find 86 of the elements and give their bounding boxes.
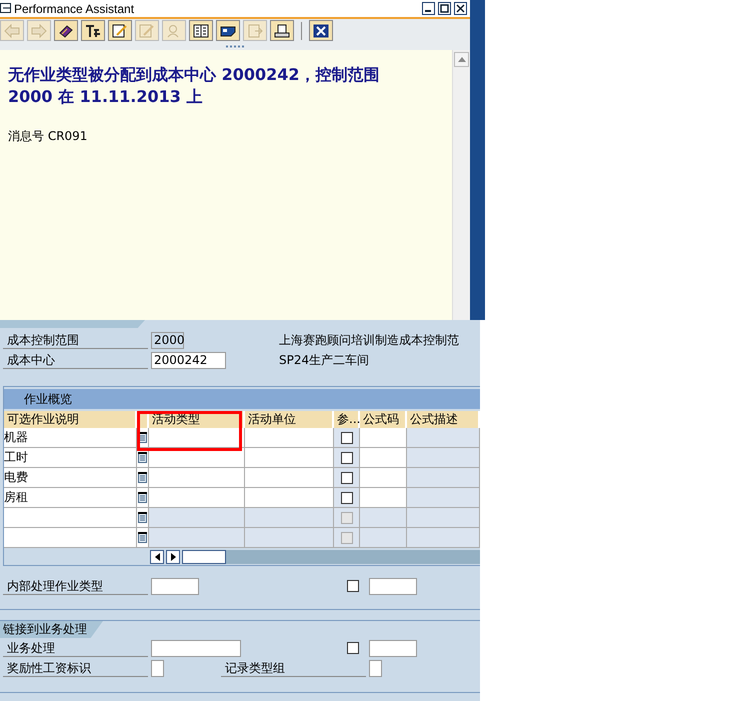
maximize-button[interactable] (438, 2, 451, 15)
message-number: 消息号 CR091 (8, 128, 88, 145)
document-icon (138, 472, 147, 483)
table-cell[interactable] (360, 508, 407, 528)
input-field[interactable] (151, 640, 241, 656)
toolbar-button[interactable] (189, 20, 213, 41)
close-icon (313, 24, 329, 38)
input-field[interactable] (369, 578, 417, 594)
field-description: SP24生产二车间 (279, 352, 370, 368)
minimize-button[interactable] (422, 2, 435, 15)
caret-left-icon (154, 553, 160, 561)
table-cell[interactable] (149, 528, 245, 548)
print-icon (274, 24, 290, 38)
table-cell[interactable] (360, 468, 407, 488)
table-cell[interactable] (245, 448, 334, 468)
back-arrow-icon (4, 24, 20, 38)
window-title: Performance Assistant (14, 2, 136, 16)
field-label: 成本中心 (3, 352, 148, 368)
field-label: 记录类型组 (221, 660, 366, 676)
caret-right-icon (170, 553, 176, 561)
table-cell[interactable] (360, 448, 407, 468)
input-field[interactable] (369, 640, 417, 656)
book-open-icon (193, 24, 209, 38)
toolbar-button[interactable] (81, 20, 105, 41)
scrollbar[interactable] (182, 550, 480, 564)
document-icon (138, 512, 147, 523)
edit-icon (112, 24, 128, 38)
column-header[interactable]: 公式描述 (407, 411, 480, 428)
input-field[interactable] (151, 660, 164, 676)
table-cell[interactable] (360, 428, 407, 448)
input-field[interactable] (369, 660, 382, 676)
toolbar-button[interactable] (309, 20, 333, 41)
table-cell: 房租 (4, 488, 137, 508)
message-heading: 无作业类型被分配到成本中心 2000242，控制范围 2000 在 11.11.2013 上 (8, 64, 380, 108)
column-header[interactable]: 可选作业说明 (4, 411, 137, 428)
field-label: 内部处理作业类型 (3, 578, 148, 594)
checkbox[interactable] (347, 642, 359, 654)
document-icon (138, 492, 147, 503)
table-cell[interactable] (360, 488, 407, 508)
column-header[interactable]: 公式码 (360, 411, 407, 428)
column-header[interactable]: 参... (334, 411, 360, 428)
caret-up-icon (458, 57, 466, 62)
export-icon (247, 24, 263, 38)
splitter-handle[interactable] (225, 44, 245, 48)
table-cell[interactable] (149, 488, 245, 508)
toolbar-button[interactable] (270, 20, 294, 41)
document-icon (138, 532, 147, 543)
close-button[interactable] (454, 2, 467, 15)
maximize-icon (440, 4, 449, 13)
table-cell[interactable] (149, 468, 245, 488)
table-cell[interactable] (245, 428, 334, 448)
window-icon (0, 3, 12, 14)
toolbar-button[interactable] (216, 20, 240, 41)
table-cell: 工时 (4, 448, 137, 468)
table-cell[interactable] (245, 468, 334, 488)
column-header[interactable]: 活动单位 (245, 411, 334, 428)
input-field[interactable] (151, 578, 199, 594)
scroll-up-button[interactable] (454, 52, 469, 67)
table-cell[interactable] (149, 428, 245, 448)
table-cell[interactable] (245, 528, 334, 548)
field-label: 奖励性工资标识 (3, 660, 148, 676)
checkbox[interactable] (347, 580, 359, 592)
field-description: 上海赛跑顾问培训制造成本控制范 (279, 332, 459, 348)
scroll-right-button[interactable] (166, 550, 180, 564)
checkbox[interactable] (340, 472, 352, 484)
display-field: 2000 (151, 332, 184, 348)
checkbox[interactable] (340, 492, 352, 504)
field-label: 成本控制范围 (3, 332, 148, 348)
table-cell: 机器 (4, 428, 137, 448)
checkbox[interactable] (340, 432, 352, 444)
table-cell[interactable] (245, 508, 334, 528)
close-icon (456, 4, 465, 13)
checkbox[interactable] (340, 452, 352, 464)
input-field[interactable]: 2000242 (151, 352, 226, 368)
scroll-left-button[interactable] (150, 550, 164, 564)
toolbar-button[interactable] (108, 20, 132, 41)
field-label: 业务处理 (3, 640, 148, 656)
table-cell[interactable] (149, 508, 245, 528)
table-cell[interactable] (360, 528, 407, 548)
forward-arrow-icon (31, 24, 47, 38)
document-icon (138, 452, 147, 463)
edit-icon (139, 24, 155, 38)
toolbar-button[interactable] (54, 20, 78, 41)
table-cell[interactable] (245, 488, 334, 508)
group-title: 作业概览 (4, 389, 480, 409)
table-cell: 电费 (4, 468, 137, 488)
